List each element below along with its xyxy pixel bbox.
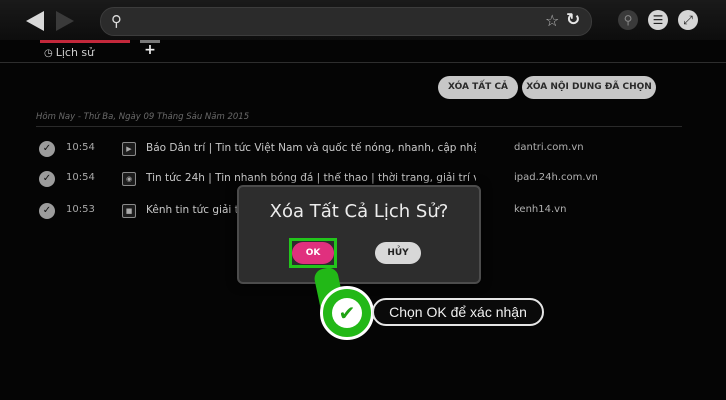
cancel-button[interactable]: HỦY (375, 242, 421, 264)
divider (36, 126, 682, 127)
favicon-icon: ▶ (122, 142, 136, 156)
fullscreen-icon[interactable]: ⤢ (678, 10, 698, 30)
clock-icon: ◷ (44, 48, 53, 59)
instruction-callout: Chọn OK để xác nhận (372, 298, 544, 326)
tab-strip: ◷ Lịch sử + (0, 40, 726, 63)
row-title[interactable]: Báo Dân trí | Tin tức Việt Nam và quốc t… (146, 142, 476, 154)
confirm-dialog: Xóa Tất Cả Lịch Sử? OK HỦY (237, 185, 481, 284)
checkmark-icon: ✔ (332, 298, 362, 328)
search-icon: ⚲ (111, 12, 122, 30)
address-bar[interactable]: ⚲ ☆ ↻ (100, 7, 592, 36)
row-time: 10:53 (66, 204, 95, 215)
history-date-header: Hôm Nay - Thứ Ba, Ngày 09 Tháng Sáu Năm … (36, 112, 250, 122)
clear-all-button[interactable]: XÓA TẤT CẢ (438, 76, 518, 99)
checkmark-icon[interactable]: ✓ (39, 141, 55, 157)
tab-history[interactable]: ◷ Lịch sử (40, 40, 130, 62)
menu-icon[interactable]: ☰ (648, 10, 668, 30)
checkmark-icon[interactable]: ✓ (39, 203, 55, 219)
star-icon[interactable]: ☆ (545, 11, 559, 30)
history-row[interactable]: ✓ 10:54 ▶ Báo Dân trí | Tin tức Việt Nam… (0, 141, 726, 173)
tab-history-label: Lịch sử (55, 46, 95, 59)
row-time: 10:54 (66, 142, 95, 153)
refresh-icon[interactable]: ↻ (566, 10, 580, 30)
row-domain: ipad.24h.com.vn (514, 172, 598, 183)
clear-selected-button[interactable]: XÓA NỘI DUNG ĐÃ CHỌN (522, 76, 656, 99)
row-domain: dantri.com.vn (514, 142, 584, 153)
browser-toolbar: ⚲ ☆ ↻ ⚲ ☰ ⤢ (0, 0, 726, 40)
add-tab-button[interactable]: + (140, 40, 160, 60)
favicon-icon: ◉ (122, 172, 136, 186)
row-title[interactable]: Tin tức 24h | Tin nhanh bóng đá | thể th… (146, 172, 476, 184)
ok-button[interactable]: OK (292, 242, 334, 264)
green-check-badge: ✔ (320, 286, 374, 340)
zoom-icon[interactable]: ⚲ (618, 10, 638, 30)
dialog-title: Xóa Tất Cả Lịch Sử? (269, 201, 449, 222)
row-time: 10:54 (66, 172, 95, 183)
checkmark-icon[interactable]: ✓ (39, 171, 55, 187)
url-input[interactable] (133, 11, 547, 33)
forward-arrow-icon[interactable] (56, 11, 74, 31)
favicon-icon: ■ (122, 204, 136, 218)
back-arrow-icon[interactable] (26, 11, 44, 31)
row-domain: kenh14.vn (514, 204, 567, 215)
